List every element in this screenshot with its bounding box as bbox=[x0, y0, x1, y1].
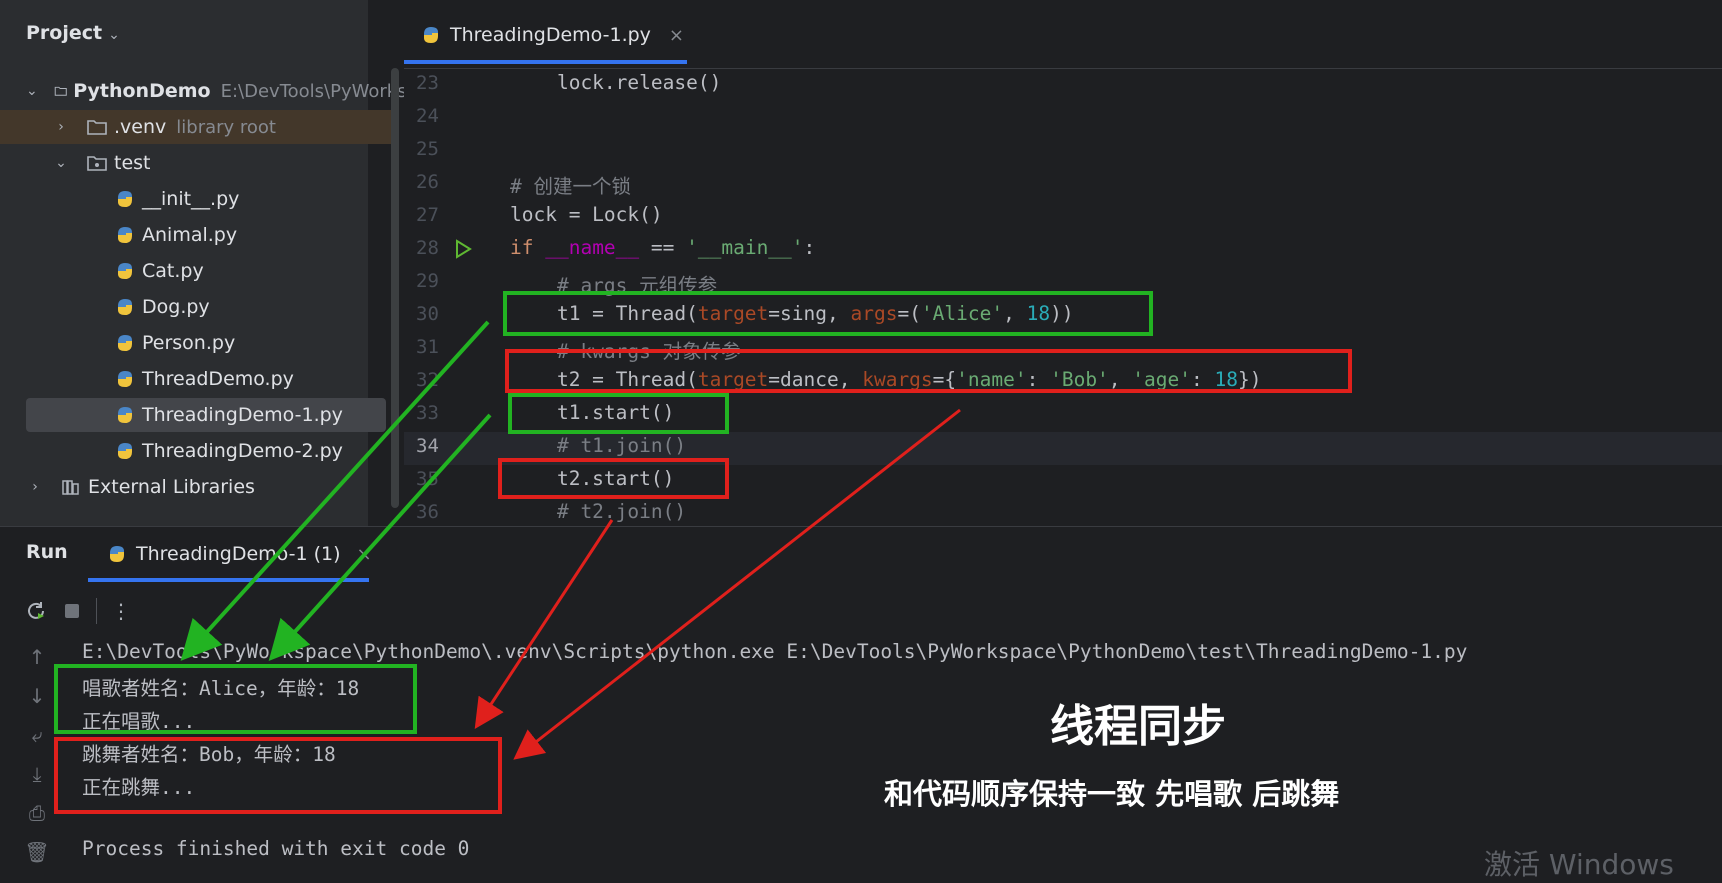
code-line-23: lock.release() bbox=[510, 71, 722, 94]
code-line-26: # 创建一个锁 bbox=[510, 175, 631, 198]
python-file-icon bbox=[118, 299, 132, 315]
line-number: 23 bbox=[416, 72, 439, 94]
chevron-right-icon[interactable]: › bbox=[26, 479, 44, 495]
run-gutter-icon[interactable] bbox=[452, 238, 474, 260]
line-number-current: 34 bbox=[416, 435, 439, 457]
close-icon[interactable]: × bbox=[669, 25, 684, 46]
tree-item-label: Person.py bbox=[142, 332, 236, 354]
chevron-down-icon[interactable]: ⌄ bbox=[52, 155, 70, 171]
editor-tab-threadingdemo-1[interactable]: ThreadingDemo-1.py × bbox=[420, 18, 684, 52]
highlight-box-t2-start bbox=[498, 458, 729, 499]
tree-item-threadingdemo-1[interactable]: ThreadingDemo-1.py bbox=[26, 398, 386, 432]
tree-item-label: ThreadingDemo-1.py bbox=[142, 404, 343, 426]
annotation-title: 线程同步 bbox=[1050, 701, 1226, 752]
package-folder-icon bbox=[87, 156, 107, 171]
tree-item-label: Dog.py bbox=[142, 296, 210, 318]
code-line-27: lock = Lock() bbox=[510, 203, 663, 226]
highlight-box-dance-output bbox=[54, 737, 502, 814]
tree-item-test[interactable]: ⌄ test bbox=[0, 146, 444, 180]
annotation-subtitle: 和代码顺序保持一致 先唱歌 后跳舞 bbox=[884, 777, 1340, 811]
line-number: 35 bbox=[416, 468, 439, 490]
line-number: 31 bbox=[416, 336, 439, 358]
python-file-icon bbox=[118, 407, 132, 423]
tree-item-label: ThreadDemo.py bbox=[142, 368, 294, 390]
code-line-34: # t1.join() bbox=[510, 434, 687, 457]
folder-icon bbox=[54, 86, 67, 96]
close-icon[interactable]: × bbox=[357, 544, 372, 565]
tree-item-path: E:\DevTools\PyWorksp bbox=[220, 80, 418, 102]
active-tab-indicator bbox=[404, 60, 687, 64]
tree-item-label: PythonDemo bbox=[73, 80, 211, 102]
tree-item-hint: library root bbox=[176, 116, 276, 138]
tree-item-label: test bbox=[114, 152, 151, 174]
rerun-icon[interactable] bbox=[24, 599, 48, 623]
tree-item-label: __init__.py bbox=[142, 188, 240, 210]
line-number: 25 bbox=[416, 138, 439, 160]
soft-wrap-icon[interactable]: ⤶ bbox=[20, 723, 54, 762]
console-line: E:\DevTools\PyWorkspace\PythonDemo\.venv… bbox=[82, 640, 1468, 663]
chevron-right-icon[interactable]: › bbox=[52, 119, 70, 135]
line-number: 30 bbox=[416, 303, 439, 325]
tree-item-label: Animal.py bbox=[142, 224, 238, 246]
tree-item-label: Cat.py bbox=[142, 260, 204, 282]
line-number: 24 bbox=[416, 105, 439, 127]
python-file-icon bbox=[118, 335, 132, 351]
tree-item-external-libraries[interactable]: › External Libraries bbox=[0, 470, 418, 504]
highlight-box-t2-create bbox=[505, 349, 1352, 393]
python-file-icon bbox=[110, 546, 124, 562]
tree-item-venv[interactable]: › .venv library root bbox=[0, 110, 392, 144]
code-line-28: if __name__ == '__main__': bbox=[510, 236, 816, 259]
stop-icon[interactable] bbox=[62, 601, 82, 621]
project-title: Project bbox=[26, 22, 103, 44]
arrow-up-icon[interactable]: ↑ bbox=[20, 645, 54, 684]
tree-item-pythondemo[interactable]: ⌄ PythonDemo E:\DevTools\PyWorksp bbox=[0, 74, 418, 108]
highlight-box-sing-output bbox=[54, 664, 417, 734]
project-view-selector[interactable]: Project ⌄ bbox=[26, 22, 120, 44]
chevron-down-icon[interactable]: ⌄ bbox=[26, 83, 38, 99]
python-file-icon bbox=[118, 227, 132, 243]
project-scrollbar[interactable] bbox=[391, 68, 399, 508]
run-tab-threadingdemo-1[interactable]: ThreadingDemo-1 (1) × bbox=[106, 537, 372, 571]
tree-item-label: ThreadingDemo-2.py bbox=[142, 440, 343, 462]
python-file-icon bbox=[118, 263, 132, 279]
toolbar-separator bbox=[96, 598, 97, 624]
line-number: 33 bbox=[416, 402, 439, 424]
line-number: 32 bbox=[416, 369, 439, 391]
console-line: Process finished with exit code 0 bbox=[82, 837, 470, 860]
library-icon bbox=[62, 480, 79, 495]
print-icon[interactable]: ⎙ bbox=[20, 801, 54, 840]
run-tab-label: ThreadingDemo-1 (1) bbox=[136, 543, 341, 565]
line-number: 27 bbox=[416, 204, 439, 226]
trash-icon[interactable]: 🗑 bbox=[20, 840, 54, 879]
tree-item-label: External Libraries bbox=[88, 476, 255, 498]
highlight-box-t1-create bbox=[503, 291, 1153, 336]
python-file-icon bbox=[118, 371, 132, 387]
line-number: 36 bbox=[416, 501, 439, 523]
active-tab-indicator bbox=[88, 578, 369, 582]
run-side-toolbar: ↑ ↓ ⤶ ⤓ ⎙ 🗑 bbox=[20, 645, 54, 879]
tree-item-label: .venv bbox=[114, 116, 167, 138]
python-file-icon bbox=[118, 191, 132, 207]
windows-activation-watermark: 激活 Windows bbox=[1484, 848, 1674, 881]
run-toolbar: ⋮ bbox=[24, 594, 131, 628]
run-title: Run bbox=[26, 541, 68, 563]
scroll-to-end-icon[interactable]: ⤓ bbox=[20, 762, 54, 801]
chevron-down-icon: ⌄ bbox=[108, 27, 120, 43]
code-line-36: # t2.join() bbox=[510, 500, 687, 523]
highlight-box-t1-start bbox=[508, 393, 729, 434]
python-file-icon bbox=[424, 27, 438, 43]
more-options-icon[interactable]: ⋮ bbox=[111, 599, 131, 623]
line-number: 29 bbox=[416, 270, 439, 292]
arrow-down-icon[interactable]: ↓ bbox=[20, 684, 54, 723]
line-number: 26 bbox=[416, 171, 439, 193]
folder-icon bbox=[87, 120, 107, 135]
python-file-icon bbox=[118, 443, 132, 459]
editor-tab-label: ThreadingDemo-1.py bbox=[450, 24, 651, 46]
